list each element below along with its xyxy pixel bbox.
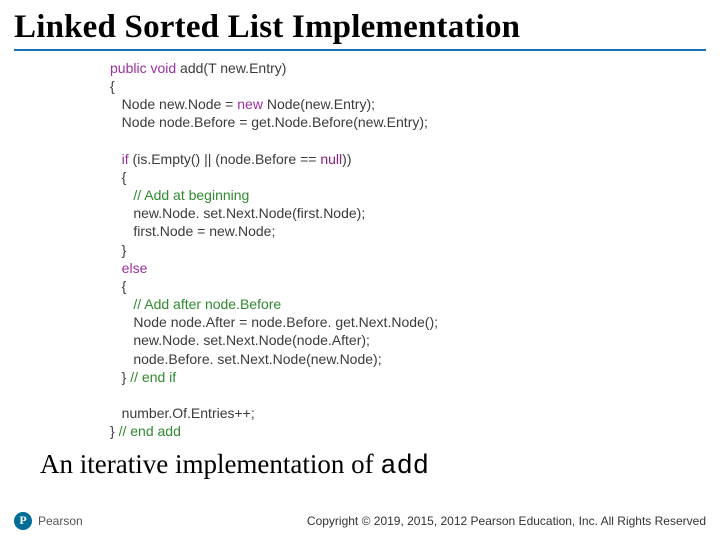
slide: Linked Sorted List Implementation public…: [0, 0, 720, 540]
caption-text: An iterative implementation of: [40, 449, 380, 479]
kw-null: null: [320, 151, 342, 167]
kw-new: new: [237, 96, 263, 112]
brand-text: Pearson: [38, 514, 83, 528]
kw-else: else: [110, 260, 147, 276]
copyright: Copyright © 2019, 2015, 2012 Pearson Edu…: [307, 514, 706, 528]
comment-endadd: // end add: [119, 423, 181, 439]
comment-after: // Add after node.Before: [110, 296, 281, 312]
footer: Pearson Copyright © 2019, 2015, 2012 Pea…: [14, 512, 706, 530]
comment-begin: // Add at beginning: [110, 187, 249, 203]
kw-if: if: [122, 151, 129, 167]
caption-code: add: [380, 452, 429, 482]
kw-public: public: [110, 60, 147, 76]
brand: Pearson: [14, 512, 83, 530]
pearson-logo-icon: [14, 512, 32, 530]
code-block: public void add(T new.Entry) { Node new.…: [0, 51, 720, 441]
page-title: Linked Sorted List Implementation: [0, 0, 720, 45]
kw-void: void: [150, 60, 176, 76]
caption: An iterative implementation of add: [0, 441, 720, 482]
comment-endif: // end if: [130, 369, 176, 385]
